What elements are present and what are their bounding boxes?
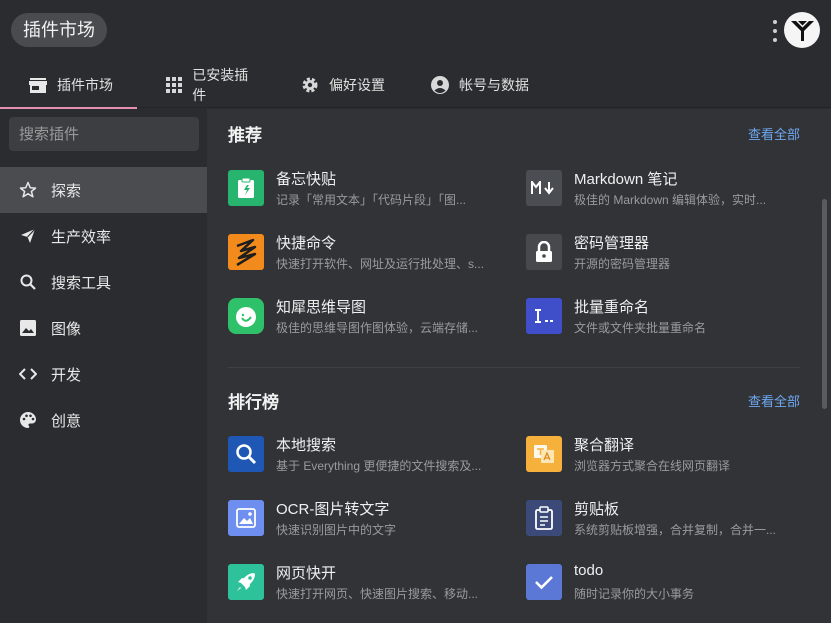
more-vertical-icon[interactable]	[771, 20, 779, 42]
plugin-name: 剪贴板	[574, 501, 620, 518]
plugin-card[interactable]: 剪贴板 系统剪贴板增强，合并复制，合并一...	[526, 497, 806, 541]
sidebar-item-label: 图像	[51, 320, 82, 338]
sidebar-item-label: 开发	[51, 366, 82, 384]
tab-label: 插件市场	[57, 77, 113, 93]
section-divider	[228, 367, 800, 368]
plugin-name: 密码管理器	[574, 235, 650, 252]
gear-icon	[300, 75, 320, 95]
sidebar-item-develop[interactable]: 开发	[0, 351, 207, 397]
clipboard-board-icon	[526, 500, 562, 536]
plugin-name: 备忘快贴	[276, 171, 337, 188]
top-tabs: 插件市场 已安装插件 偏好设置 帐号与数据	[0, 62, 831, 109]
ranking-header: 排行榜 查看全部	[228, 385, 800, 415]
plugin-desc: 快速打开网页、快速图片搜索、移动...	[276, 587, 479, 601]
plugin-card[interactable]: 聚合翻译 浏览器方式聚合在线网页翻译	[526, 433, 806, 477]
ocr-image-icon	[228, 500, 264, 536]
check-icon	[526, 564, 562, 600]
palette-icon	[19, 411, 37, 429]
tab-label: 已安装插件	[192, 67, 249, 103]
translate-icon	[526, 436, 562, 472]
plugin-card[interactable]: 知犀思维导图 极佳的思维导图作图体验，云端存储...	[228, 295, 508, 339]
tab-installed-plugins[interactable]: 已安装插件	[137, 62, 272, 108]
plugin-desc: 浏览器方式聚合在线网页翻译	[574, 459, 731, 473]
lock-icon	[526, 234, 562, 270]
sidebar-item-search-tools[interactable]: 搜索工具	[0, 259, 207, 305]
recommend-header: 推荐 查看全部	[228, 118, 800, 148]
lightning-icon	[228, 234, 264, 270]
plugin-desc: 极佳的 Markdown 编辑体验，实时...	[574, 193, 767, 207]
plugin-name: todo	[574, 562, 604, 579]
plugin-desc: 记录「常用文本」「代码片段」「图...	[276, 193, 467, 207]
plugin-desc: 基于 Everything 更便捷的文件搜索及...	[276, 459, 482, 473]
scrollbar[interactable]	[822, 199, 827, 409]
plugin-desc: 极佳的思维导图作图体验，云端存储...	[276, 321, 479, 335]
plugin-card[interactable]: 批量重命名 文件或文件夹批量重命名	[526, 295, 806, 339]
sidebar-item-explore[interactable]: 探索	[0, 167, 207, 213]
plugin-name: 知犀思维导图	[276, 299, 367, 316]
plugin-card[interactable]: 快捷命令 快速打开软件、网址及运行批处理、s...	[228, 231, 508, 275]
section-title: 排行榜	[228, 392, 279, 412]
app-title: 插件市场	[11, 13, 107, 47]
plugin-name: 聚合翻译	[574, 437, 635, 454]
plugin-name: 本地搜索	[276, 437, 337, 454]
plugin-name: 快捷命令	[276, 235, 337, 252]
rename-icon	[526, 298, 562, 334]
plugin-desc: 随时记录你的大小事务	[574, 587, 695, 601]
sidebar-nav: 探索 生产效率 搜索工具 图像 开发 创意	[0, 167, 207, 443]
tab-label: 帐号与数据	[459, 77, 529, 93]
plugin-card[interactable]: OCR-图片转文字 快速识别图片中的文字	[228, 497, 508, 541]
store-icon	[28, 75, 48, 95]
sidebar: 探索 生产效率 搜索工具 图像 开发	[0, 109, 234, 623]
sidebar-item-label: 生产效率	[51, 228, 112, 246]
search-icon	[19, 273, 37, 291]
rhino-icon	[228, 298, 264, 334]
search-box	[9, 117, 234, 151]
plugin-name: Markdown 笔记	[574, 171, 678, 188]
tab-label: 偏好设置	[329, 77, 385, 93]
clipboard-icon	[228, 170, 264, 206]
plugin-card[interactable]: todo 随时记录你的大小事务	[526, 561, 806, 605]
sidebar-item-label: 创意	[51, 412, 82, 430]
image-icon	[19, 319, 37, 337]
sidebar-item-productivity[interactable]: 生产效率	[0, 213, 207, 259]
app-logo[interactable]	[784, 12, 820, 48]
plugin-card[interactable]: 备忘快贴 记录「常用文本」「代码片段」「图...	[228, 167, 508, 211]
main-content: 推荐 查看全部 备忘快贴 记录「常用文本」「代码片段」「图... Markdow…	[207, 109, 831, 623]
plugin-card[interactable]: Markdown 笔记 极佳的 Markdown 编辑体验，实时...	[526, 167, 806, 211]
grid-icon	[165, 75, 183, 95]
plugin-card[interactable]: 密码管理器 开源的密码管理器	[526, 231, 806, 275]
section-title: 推荐	[228, 125, 262, 145]
magnifier-icon	[228, 436, 264, 472]
plugin-desc: 快速打开软件、网址及运行批处理、s...	[276, 257, 485, 271]
rocket-icon	[228, 564, 264, 600]
plugin-name: 网页快开	[276, 565, 337, 582]
tab-preferences[interactable]: 偏好设置	[272, 62, 402, 108]
search-input[interactable]	[9, 117, 218, 151]
plugin-desc: 快速识别图片中的文字	[276, 523, 397, 537]
tab-account-data[interactable]: 帐号与数据	[402, 62, 562, 108]
view-all-link[interactable]: 查看全部	[748, 391, 800, 410]
plugin-desc: 开源的密码管理器	[574, 257, 671, 271]
sidebar-item-image[interactable]: 图像	[0, 305, 207, 351]
plugin-desc: 文件或文件夹批量重命名	[574, 321, 707, 335]
sidebar-item-creative[interactable]: 创意	[0, 397, 207, 443]
send-icon	[19, 227, 37, 245]
star-icon	[19, 181, 37, 199]
plugin-desc: 系统剪贴板增强，合并复制，合并一...	[574, 523, 777, 537]
plugin-name: 批量重命名	[574, 299, 650, 316]
plugin-card[interactable]: 本地搜索 基于 Everything 更便捷的文件搜索及...	[228, 433, 508, 477]
plugin-name: OCR-图片转文字	[276, 501, 390, 518]
sidebar-item-label: 搜索工具	[51, 274, 112, 292]
code-icon	[19, 365, 37, 383]
markdown-icon	[526, 170, 562, 206]
title-bar: 插件市场	[0, 0, 831, 62]
sidebar-item-label: 探索	[51, 182, 82, 200]
tab-plugin-market[interactable]: 插件市场	[0, 62, 137, 109]
view-all-link[interactable]: 查看全部	[748, 124, 800, 143]
plugin-card[interactable]: 网页快开 快速打开网页、快速图片搜索、移动...	[228, 561, 508, 605]
account-icon	[430, 75, 450, 95]
